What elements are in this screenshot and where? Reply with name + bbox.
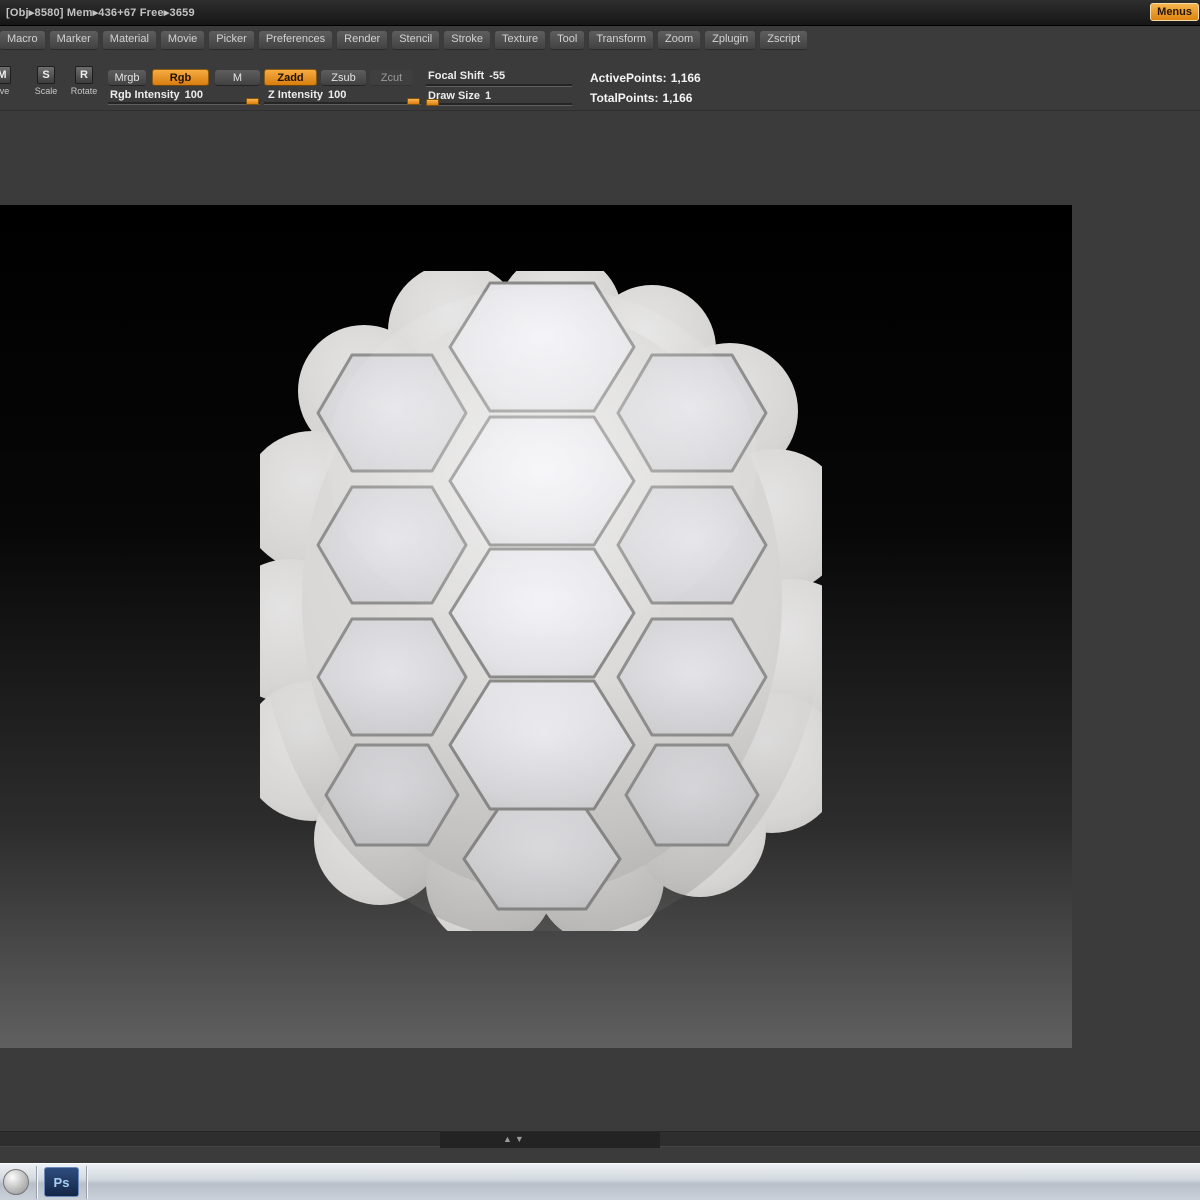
menu-movie[interactable]: Movie [161,31,204,50]
scroll-thumb[interactable] [440,1132,660,1148]
menu-tool[interactable]: Tool [550,31,584,50]
taskbar-divider [36,1166,38,1199]
menu-texture[interactable]: Texture [495,31,545,50]
menu-stroke[interactable]: Stroke [444,31,490,50]
rotate-icon: R [75,66,93,84]
total-points-value: 1,166 [662,91,692,105]
active-points-value: 1,166 [671,71,701,85]
zcut-button[interactable]: Zcut [370,70,413,86]
rgb-button[interactable]: Rgb [152,69,209,86]
taskbar: Ps [0,1163,1200,1200]
draw-size-track[interactable] [426,103,572,106]
rgb-intensity-label: Rgb Intensity [110,89,180,101]
menu-zscript[interactable]: Zscript [760,31,807,50]
memory-status-text: [Obj▸8580] Mem▸436+67 Free▸3659 [6,6,195,19]
active-points-label: ActivePoints: [590,71,667,85]
move-label: ove [0,86,20,96]
zadd-button[interactable]: Zadd [264,69,317,86]
focal-shift-slider: Focal Shift -55 [428,70,505,82]
draw-size-value: 1 [485,90,491,102]
z-intensity-slider: Z Intensity 100 [268,89,346,101]
m-button[interactable]: M [215,70,260,86]
document-canvas[interactable] [0,205,1072,1048]
rgb-intensity-value: 100 [185,89,203,101]
active-points-stat: ActivePoints: 1,166 [590,71,701,85]
scale-button[interactable]: S Scale [28,66,64,96]
rgb-intensity-track[interactable] [108,102,260,105]
focal-shift-value: -55 [489,70,505,82]
rgb-intensity-handle[interactable] [246,98,259,105]
draw-size-handle[interactable] [426,99,439,106]
total-points-stat: TotalPoints: 1,166 [590,91,692,105]
scroll-up-arrow-icon[interactable]: ▲ [503,1134,515,1144]
menus-button[interactable]: Menus [1150,3,1199,21]
scale-icon: S [37,66,55,84]
z-intensity-label: Z Intensity [268,89,323,101]
canvas-scroll-strip[interactable]: ▲▼ [0,1131,1200,1147]
move-button[interactable]: M ove [0,66,20,96]
menu-preferences[interactable]: Preferences [259,31,332,50]
taskbar-divider [86,1166,88,1199]
top-shelf: M ove S Scale R Rotate Mrgb Rgb M Rgb In… [0,54,1200,111]
z-intensity-handle[interactable] [407,98,420,105]
menu-bar: Macro Marker Material Movie Picker Prefe… [0,31,807,50]
rotate-label: Rotate [66,86,102,96]
z-intensity-value: 100 [328,89,346,101]
menu-macro[interactable]: Macro [0,31,45,50]
photoshop-taskbar-button[interactable]: Ps [44,1167,79,1197]
focal-shift-track[interactable] [426,84,572,87]
title-bar: [Obj▸8580] Mem▸436+67 Free▸3659 [0,0,1200,26]
z-intensity-track[interactable] [264,102,421,105]
total-points-label: TotalPoints: [590,91,658,105]
rotate-button[interactable]: R Rotate [66,66,102,96]
menu-marker[interactable]: Marker [50,31,98,50]
zsub-button[interactable]: Zsub [321,70,366,86]
move-icon: M [0,66,11,84]
mrgb-button[interactable]: Mrgb [108,70,146,86]
start-button[interactable] [3,1169,29,1195]
sculpt-model[interactable] [260,271,822,931]
rgb-intensity-slider: Rgb Intensity 100 [110,89,203,101]
menu-material[interactable]: Material [103,31,156,50]
scroll-down-arrow-icon[interactable]: ▼ [515,1134,527,1144]
focal-shift-label: Focal Shift [428,70,484,82]
menu-zoom[interactable]: Zoom [658,31,700,50]
menu-picker[interactable]: Picker [209,31,254,50]
model-shadow [260,281,822,931]
scale-label: Scale [28,86,64,96]
menu-render[interactable]: Render [337,31,387,50]
menu-transform[interactable]: Transform [589,31,653,50]
menu-zplugin[interactable]: Zplugin [705,31,755,50]
menu-stencil[interactable]: Stencil [392,31,439,50]
